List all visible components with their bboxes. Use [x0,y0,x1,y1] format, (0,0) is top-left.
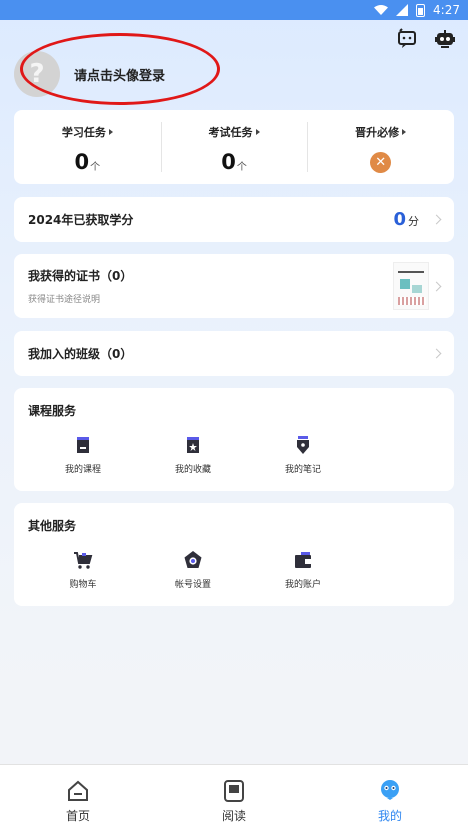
account-settings-button[interactable]: 帐号设置 [138,550,248,590]
promotion-required-column[interactable]: 晋升必修 ✕ [307,110,454,184]
task-title: 考试任务 [209,124,260,140]
task-count-value: 0 [221,150,236,174]
exam-task-column[interactable]: 考试任务 0 个 [160,110,308,184]
wifi-icon [374,5,389,15]
bottom-tab-bar: 首页 阅读 我的 [0,764,468,832]
section-title: 课程服务 [28,404,77,418]
task-count-unit: 个 [90,162,101,173]
classes-title: 我加入的班级（0） [28,347,133,361]
task-count: 0 个 [74,150,101,174]
robot-icon[interactable] [434,28,456,50]
favorites-star-icon [187,437,199,453]
reading-icon [224,780,244,802]
avatar-placeholder-glyph: ? [29,59,45,89]
task-title: 学习任务 [62,124,113,140]
shopping-cart-icon [74,552,93,569]
battery-icon [416,3,426,17]
status-bar: 4:27 [0,0,468,20]
close-circle-icon: ✕ [370,152,392,173]
task-summary-card: 学习任务 0 个 考试任务 0 个 晋升必修 ✕ [14,110,454,184]
shopping-cart-button[interactable]: 购物车 [28,550,138,590]
profile-header: ? 请点击头像登录 [14,50,165,98]
task-count-value: 0 [74,150,90,174]
account-settings-icon [184,551,202,568]
home-icon [68,780,88,801]
classes-card[interactable]: 我加入的班级（0） [14,331,454,376]
my-notes-button[interactable]: 我的笔记 [248,435,358,475]
task-title: 晋升必修 [355,124,407,140]
credits-value: 0 分 [393,208,419,230]
tab-mine[interactable]: 我的 [312,765,468,832]
chat-bubble-icon[interactable] [396,28,418,50]
tab-reading[interactable]: 阅读 [156,765,312,832]
certificates-title: 我获得的证书（0） [28,269,133,283]
status-time: 4:27 [433,3,460,17]
login-prompt[interactable]: 请点击头像登录 [74,65,165,84]
arrow-right-icon [108,129,113,135]
arrow-right-icon [402,129,407,135]
mine-mascot-icon [381,780,399,800]
tab-home[interactable]: 首页 [0,765,156,832]
wallet-icon [295,552,311,568]
arrow-right-icon [255,129,260,135]
course-services-card: 课程服务 我的课程 我的收藏 我的笔记 [14,388,454,491]
chevron-right-icon [431,348,442,359]
chevron-right-icon [431,214,442,225]
credits-title: 2024年已获取学分 [28,213,134,227]
chevron-right-icon [431,281,442,291]
section-title: 其他服务 [28,519,77,533]
my-courses-button[interactable]: 我的课程 [28,435,138,475]
task-count-unit: 个 [236,162,247,173]
course-book-icon [77,437,89,453]
certificates-guide-link[interactable]: 获得证书途径说明 [28,292,132,305]
certificates-card[interactable]: 我获得的证书（0） 获得证书途径说明 [14,254,454,318]
task-count: 0 个 [221,150,247,174]
notes-pen-icon [297,436,309,454]
credits-card[interactable]: 2024年已获取学分 0 分 [14,197,454,242]
signal-icon [396,4,409,16]
other-services-card: 其他服务 购物车 帐号设置 我的账户 [14,503,454,606]
certificate-thumbnail [393,262,429,310]
avatar[interactable]: ? [14,51,60,97]
my-favorites-button[interactable]: 我的收藏 [138,435,248,475]
study-task-column[interactable]: 学习任务 0 个 [14,110,161,184]
header-icons [396,28,456,50]
my-account-button[interactable]: 我的账户 [248,550,358,590]
